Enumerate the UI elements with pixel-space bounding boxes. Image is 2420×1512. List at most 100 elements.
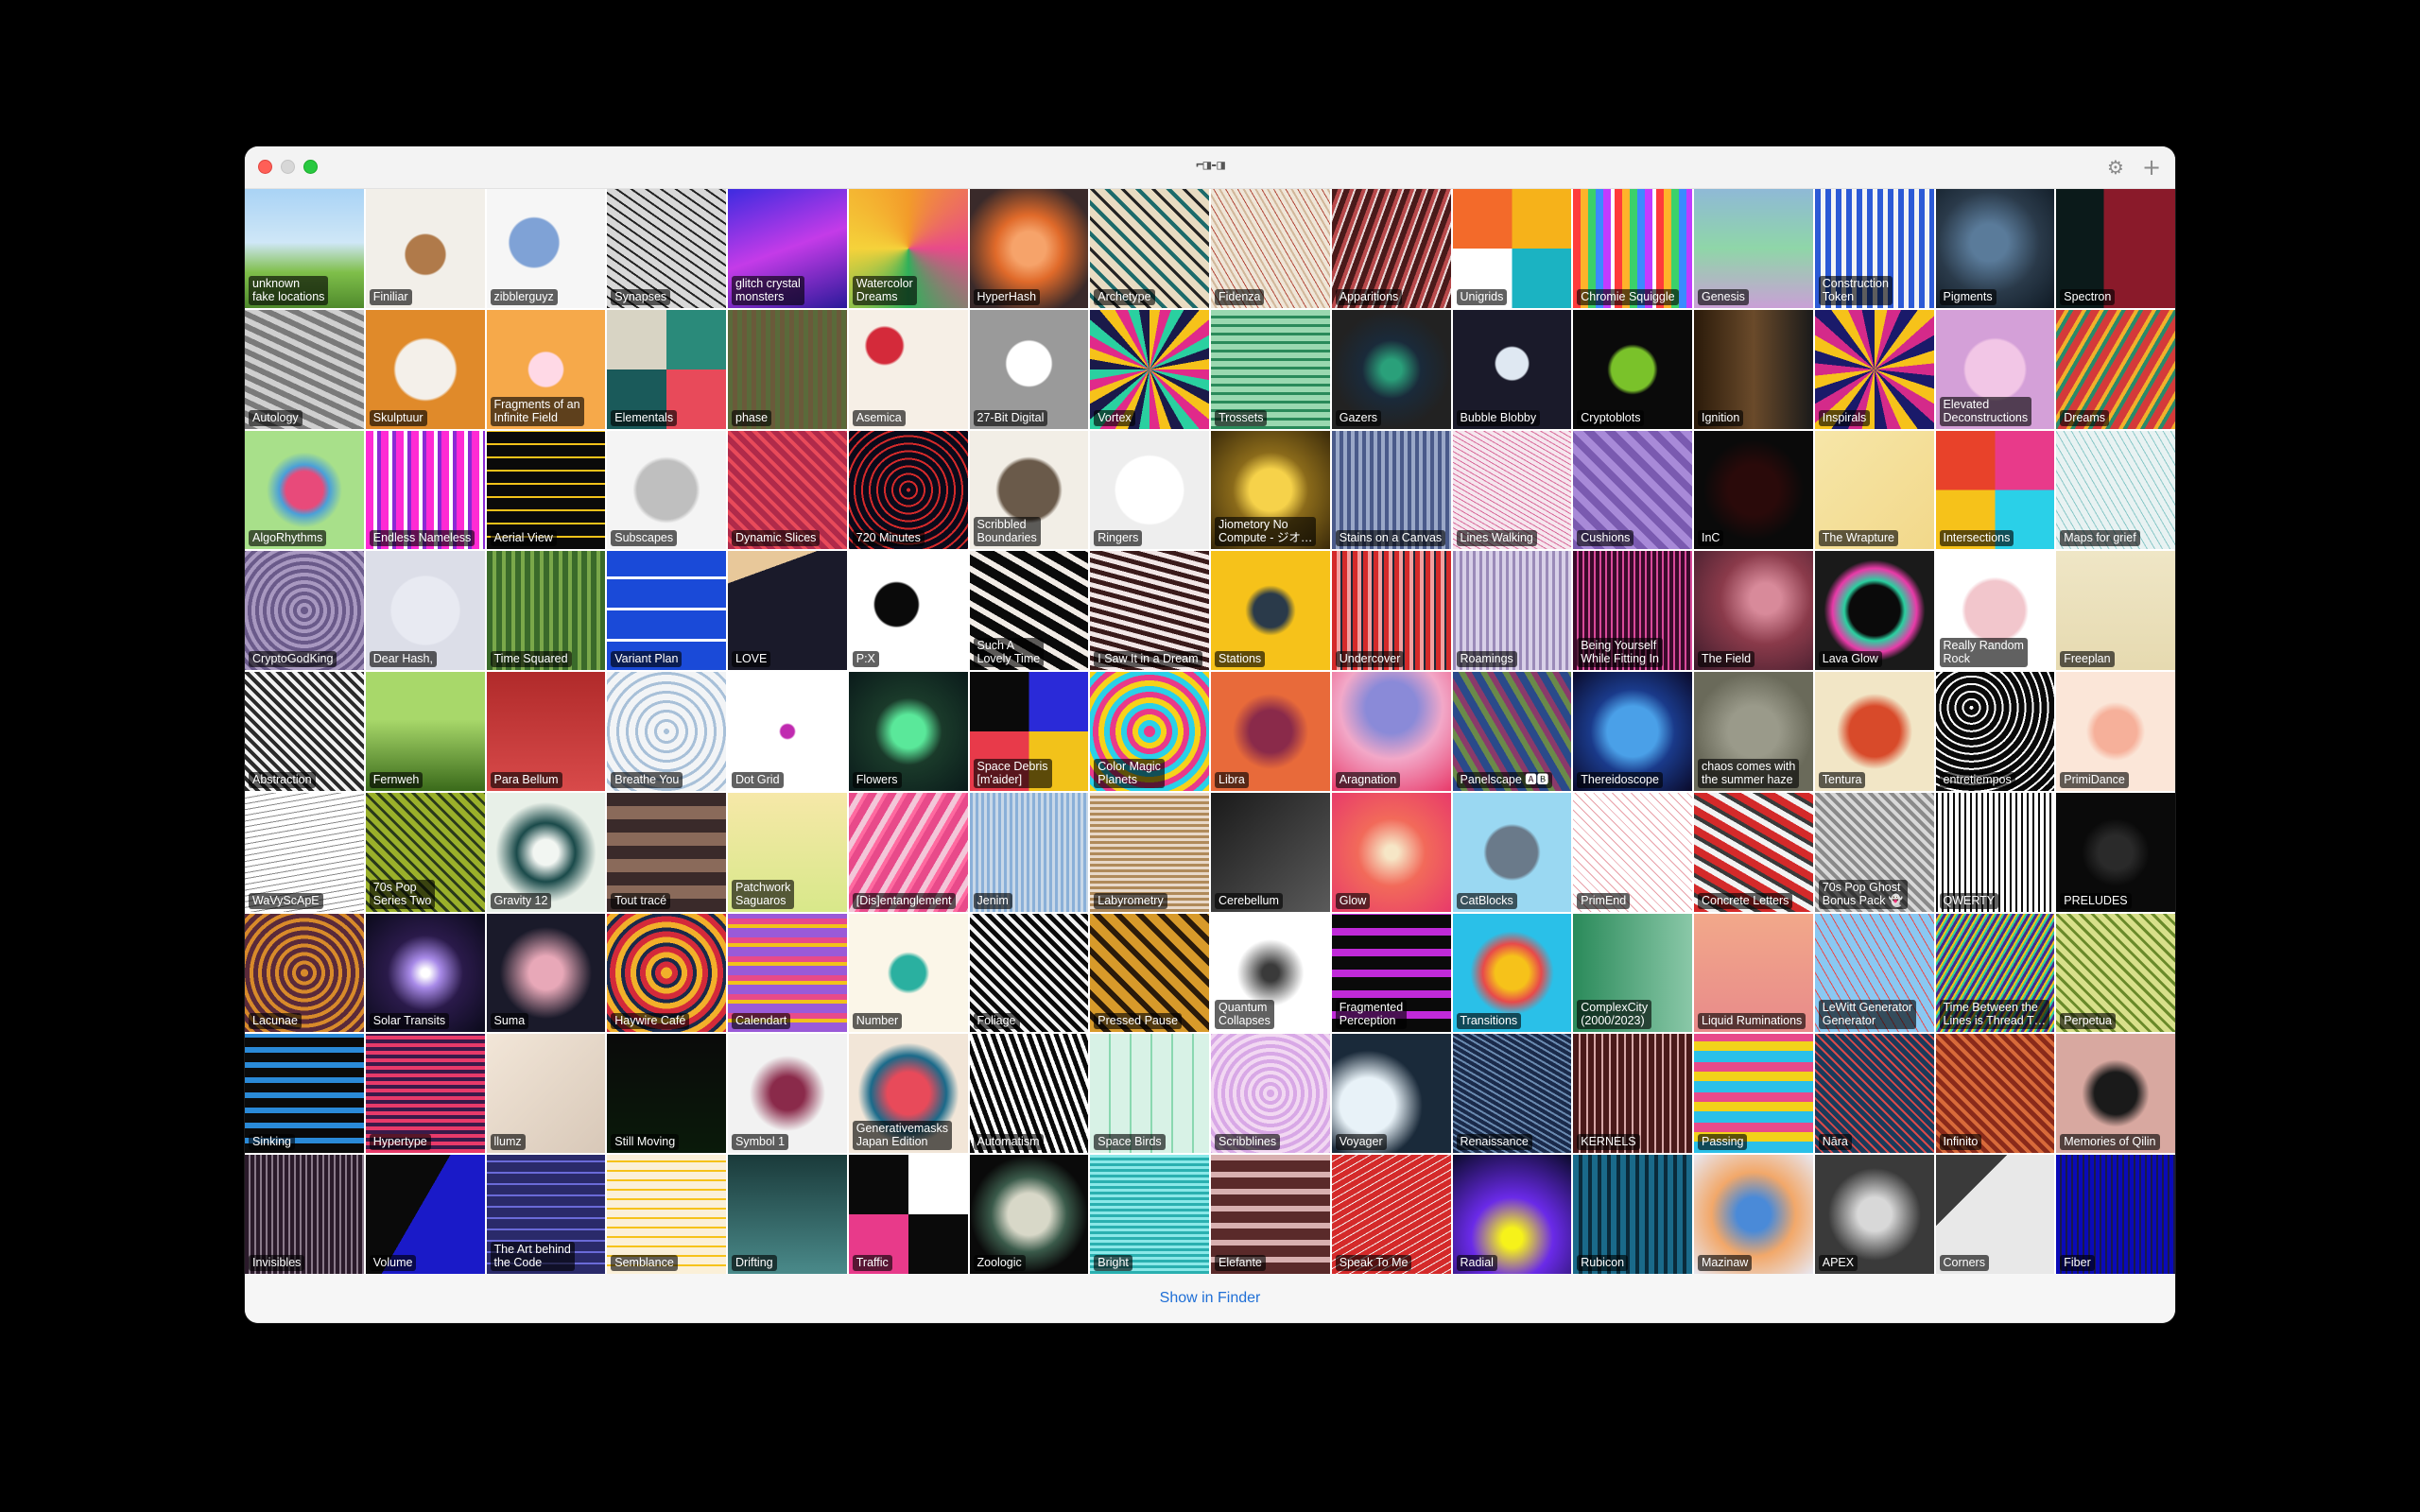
collection-thumbnail[interactable]: Cryptoblots <box>1573 309 1692 429</box>
collection-thumbnail[interactable]: Apparitions <box>1331 189 1451 308</box>
collection-thumbnail[interactable]: PrimiDance <box>2056 672 2175 791</box>
collection-thumbnail[interactable]: Libra <box>1211 672 1330 791</box>
collection-thumbnail[interactable]: Traffic <box>848 1155 968 1274</box>
collection-thumbnail[interactable]: Bubble Blobby <box>1452 309 1572 429</box>
minimize-window-button[interactable] <box>281 160 295 174</box>
collection-thumbnail[interactable]: Dreams <box>2056 309 2175 429</box>
collection-thumbnail[interactable]: Vortex <box>1090 309 1209 429</box>
collection-thumbnail[interactable]: Space Birds <box>1090 1034 1209 1154</box>
collection-thumbnail[interactable]: Fragments of an Infinite Field <box>486 309 606 429</box>
collection-thumbnail[interactable]: Time Squared <box>486 551 606 671</box>
collection-thumbnail[interactable]: Stations <box>1211 551 1330 671</box>
collection-thumbnail[interactable]: Asemica <box>848 309 968 429</box>
collection-thumbnail[interactable]: Gazers <box>1331 309 1451 429</box>
collection-thumbnail[interactable]: chaos comes with the summer haze <box>1694 672 1813 791</box>
collection-thumbnail[interactable]: Elementals <box>607 309 726 429</box>
collection-thumbnail[interactable]: Liquid Ruminations <box>1694 913 1813 1033</box>
collection-thumbnail[interactable]: entretiempos <box>1935 672 2055 791</box>
collection-thumbnail[interactable]: Speak To Me <box>1331 1155 1451 1274</box>
collection-thumbnail[interactable]: unknown fake locations <box>245 189 364 308</box>
collection-thumbnail[interactable]: Volume <box>365 1155 485 1274</box>
collection-thumbnail[interactable]: I Saw It in a Dream <box>1090 551 1209 671</box>
collection-thumbnail[interactable]: Dynamic Slices <box>728 430 847 550</box>
collection-thumbnail[interactable]: The Wrapture <box>1814 430 1934 550</box>
collection-thumbnail[interactable]: Elevated Deconstructions <box>1935 309 2055 429</box>
collection-thumbnail[interactable]: Ringers <box>1090 430 1209 550</box>
collection-thumbnail[interactable]: Fragmented Perception <box>1331 913 1451 1033</box>
collection-thumbnail[interactable]: Stains on a Canvas <box>1331 430 1451 550</box>
collection-thumbnail[interactable]: Space Debris [m'aider] <box>969 672 1089 791</box>
collection-thumbnail[interactable]: Glow <box>1331 792 1451 912</box>
collection-thumbnail[interactable]: Still Moving <box>607 1034 726 1154</box>
collection-thumbnail[interactable]: phase <box>728 309 847 429</box>
collection-thumbnail[interactable]: The Field <box>1694 551 1813 671</box>
collection-thumbnail[interactable]: Memories of Qilin <box>2056 1034 2175 1154</box>
collection-thumbnail[interactable]: APEX <box>1814 1155 1934 1274</box>
collection-thumbnail[interactable]: KERNELS <box>1573 1034 1692 1154</box>
collection-thumbnail[interactable]: Really Random Rock <box>1935 551 2055 671</box>
collection-thumbnail[interactable]: Abstraction <box>245 672 364 791</box>
collection-thumbnail[interactable]: Bright <box>1090 1155 1209 1274</box>
collection-thumbnail[interactable]: Undercover <box>1331 551 1451 671</box>
collection-thumbnail[interactable]: Flowers <box>848 672 968 791</box>
collection-thumbnail[interactable]: Fidenza <box>1211 189 1330 308</box>
collection-thumbnail[interactable]: Passing <box>1694 1034 1813 1154</box>
collection-thumbnail[interactable]: CryptoGodKing <box>245 551 364 671</box>
collection-thumbnail[interactable]: Intersections <box>1935 430 2055 550</box>
collection-thumbnail[interactable]: Number <box>848 913 968 1033</box>
collection-thumbnail[interactable]: Synapses <box>607 189 726 308</box>
collection-thumbnail[interactable]: Scribbled Boundaries <box>969 430 1089 550</box>
collection-thumbnail[interactable]: Foliage <box>969 913 1089 1033</box>
collection-thumbnail[interactable]: Generativemasks Japan Edition <box>848 1034 968 1154</box>
collection-thumbnail[interactable]: Cerebellum <box>1211 792 1330 912</box>
collection-thumbnail[interactable]: Archetype <box>1090 189 1209 308</box>
collection-thumbnail[interactable]: Autology <box>245 309 364 429</box>
collection-thumbnail[interactable]: Renaissance <box>1452 1034 1572 1154</box>
collection-thumbnail[interactable]: Automatism <box>969 1034 1089 1154</box>
collection-thumbnail[interactable]: Nāra <box>1814 1034 1934 1154</box>
collection-thumbnail[interactable]: Transitions <box>1452 913 1572 1033</box>
collection-thumbnail[interactable]: Solar Transits <box>365 913 485 1033</box>
collection-thumbnail[interactable]: Skulptuur <box>365 309 485 429</box>
collection-thumbnail[interactable]: AlgoRhythms <box>245 430 364 550</box>
collection-thumbnail[interactable]: zibblerguyz <box>486 189 606 308</box>
collection-thumbnail[interactable]: Time Between the Lines is Thread T… <box>1935 913 2055 1033</box>
collection-thumbnail[interactable]: Symbol 1 <box>728 1034 847 1154</box>
collection-thumbnail[interactable]: Patchwork Saguaros <box>728 792 847 912</box>
collection-thumbnail[interactable]: PRELUDES <box>2056 792 2175 912</box>
collection-thumbnail[interactable]: Tout tracé <box>607 792 726 912</box>
collection-thumbnail[interactable]: Thereidoscope <box>1573 672 1692 791</box>
collection-thumbnail[interactable]: 720 Minutes <box>848 430 968 550</box>
collection-thumbnail[interactable]: glitch crystal monsters <box>728 189 847 308</box>
collection-thumbnail[interactable]: Being Yourself While Fitting In <box>1573 551 1692 671</box>
add-plus-icon[interactable]: + <box>2139 155 2164 180</box>
collection-thumbnail[interactable]: Quantum Collapses <box>1211 913 1330 1033</box>
collection-thumbnail[interactable]: 70s Pop Series Two <box>365 792 485 912</box>
collection-thumbnail[interactable]: Lacunae <box>245 913 364 1033</box>
collection-thumbnail[interactable]: Tentura <box>1814 672 1934 791</box>
collection-thumbnail[interactable]: Lines Walking <box>1452 430 1572 550</box>
collection-thumbnail[interactable]: Variant Plan <box>607 551 726 671</box>
collection-thumbnail[interactable]: Breathe You <box>607 672 726 791</box>
collection-thumbnail[interactable]: Aragnation <box>1331 672 1451 791</box>
collection-thumbnail[interactable]: Aerial View <box>486 430 606 550</box>
collection-thumbnail[interactable]: Hypertype <box>365 1034 485 1154</box>
collection-thumbnail[interactable]: Drifting <box>728 1155 847 1274</box>
collection-thumbnail[interactable]: Rubicon <box>1573 1155 1692 1274</box>
collection-thumbnail[interactable]: HyperHash <box>969 189 1089 308</box>
collection-thumbnail[interactable]: Mazinaw <box>1694 1155 1813 1274</box>
collection-thumbnail[interactable]: Pressed Pause <box>1090 913 1209 1033</box>
collection-thumbnail[interactable]: Chromie Squiggle <box>1573 189 1692 308</box>
collection-thumbnail[interactable]: WaVyScApE <box>245 792 364 912</box>
collection-thumbnail[interactable]: The Art behind the Code <box>486 1155 606 1274</box>
collection-thumbnail[interactable]: llumz <box>486 1034 606 1154</box>
collection-thumbnail[interactable]: Unigrids <box>1452 189 1572 308</box>
collection-thumbnail[interactable]: Roamings <box>1452 551 1572 671</box>
collection-thumbnail[interactable]: Dear Hash, <box>365 551 485 671</box>
collection-thumbnail[interactable]: Such A Lovely Time <box>969 551 1089 671</box>
collection-thumbnail[interactable]: Freeplan <box>2056 551 2175 671</box>
collection-thumbnail[interactable]: Suma <box>486 913 606 1033</box>
collection-thumbnail[interactable]: Subscapes <box>607 430 726 550</box>
collection-thumbnail[interactable]: Panelscape 🅰🅱 <box>1452 672 1572 791</box>
collection-thumbnail[interactable]: Ignition <box>1694 309 1813 429</box>
